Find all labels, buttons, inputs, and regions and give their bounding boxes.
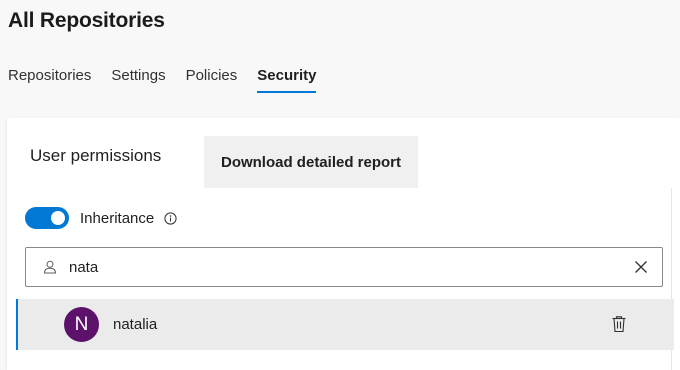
- section-title: User permissions: [30, 146, 162, 165]
- tab-security[interactable]: Security: [257, 60, 317, 93]
- inheritance-row: Inheritance: [25, 207, 177, 229]
- permissions-panel: User permissions Download detailed repor…: [7, 118, 680, 370]
- inheritance-toggle[interactable]: [25, 207, 69, 229]
- user-list-item[interactable]: N natalia: [16, 299, 674, 350]
- user-search-box: [25, 247, 663, 287]
- user-name: natalia: [113, 316, 158, 333]
- tab-bar: Repositories Settings Policies Security: [8, 60, 336, 93]
- inheritance-label: Inheritance: [80, 209, 155, 227]
- info-icon[interactable]: [164, 211, 177, 225]
- toggle-knob: [51, 211, 65, 225]
- trash-icon[interactable]: [611, 315, 627, 333]
- download-report-button[interactable]: Download detailed report: [204, 136, 418, 188]
- tab-repositories[interactable]: Repositories: [8, 60, 91, 93]
- user-search-input[interactable]: [67, 251, 634, 283]
- tab-policies[interactable]: Policies: [186, 60, 238, 93]
- close-icon[interactable]: [634, 260, 648, 274]
- page-title: All Repositories: [8, 9, 165, 32]
- person-icon: [43, 260, 57, 274]
- avatar: N: [64, 307, 99, 342]
- tab-settings[interactable]: Settings: [111, 60, 165, 93]
